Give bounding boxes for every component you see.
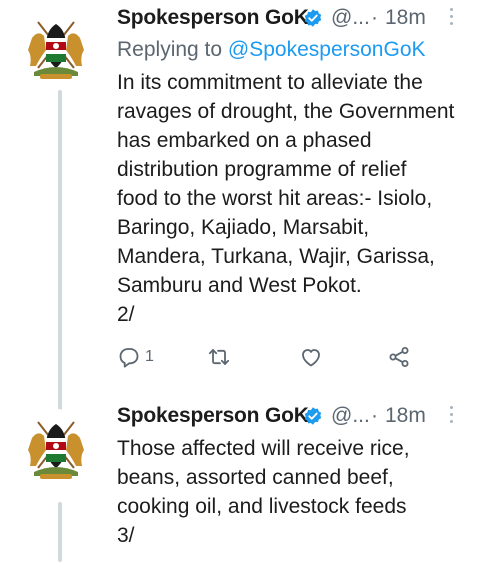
- tweet-text: In its commitment to alleviate the ravag…: [117, 71, 455, 326]
- avatar-coat-of-arms-icon[interactable]: [18, 408, 94, 484]
- timestamp[interactable]: 18m: [385, 6, 426, 30]
- share-button[interactable]: [387, 342, 411, 372]
- share-icon: [389, 347, 409, 367]
- replying-to-line: Replying to @SpokespersonGoK: [117, 38, 468, 62]
- reply-mention-link[interactable]: @SpokespersonGoK: [228, 38, 426, 61]
- more-options-icon[interactable]: [447, 404, 455, 426]
- like-button[interactable]: [299, 342, 323, 372]
- tweet-header: Spokesperson GoK @... · 18m: [117, 0, 468, 36]
- tweet-1[interactable]: Spokesperson GoK @... · 18m Replying to …: [0, 0, 480, 440]
- tweet-2[interactable]: Spokesperson GoK @... · 18m Those affect…: [0, 392, 480, 562]
- user-handle[interactable]: @...: [331, 6, 370, 30]
- separator-dot: ·: [371, 6, 378, 29]
- more-options-icon[interactable]: [447, 6, 455, 28]
- avatar-coat-of-arms-icon[interactable]: [18, 8, 94, 84]
- thread-connector-line: [58, 502, 62, 562]
- display-name[interactable]: Spokesperson GoK: [117, 404, 309, 428]
- tweet-action-bar: 1: [117, 342, 447, 378]
- tweet-text: Those affected will receive rice, beans,…: [117, 437, 410, 547]
- retweet-button[interactable]: [207, 342, 231, 372]
- timestamp[interactable]: 18m: [385, 404, 426, 428]
- verified-badge-icon: [304, 9, 322, 27]
- thread-connector-line: [58, 90, 62, 440]
- replying-to-label: Replying to: [117, 38, 228, 61]
- separator-dot: ·: [371, 404, 378, 427]
- tweet-header: Spokesperson GoK @... · 18m: [117, 398, 468, 434]
- user-handle[interactable]: @...: [331, 404, 370, 428]
- retweet-icon: [208, 349, 230, 365]
- verified-badge-icon: [304, 407, 322, 425]
- reply-icon: [119, 348, 139, 368]
- reply-count: 1: [145, 348, 154, 365]
- reply-button[interactable]: 1: [117, 342, 154, 372]
- like-icon: [302, 349, 320, 367]
- display-name[interactable]: Spokesperson GoK: [117, 6, 309, 30]
